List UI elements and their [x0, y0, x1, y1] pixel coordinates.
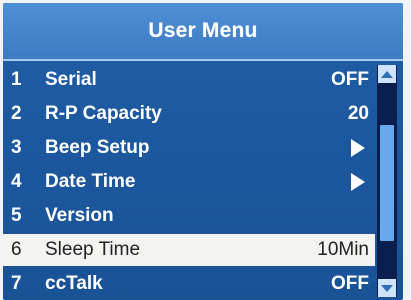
menu-item-value: OFF — [331, 273, 369, 294]
menu-item-number: 3 — [11, 137, 22, 158]
menu-item-number: 1 — [11, 69, 22, 90]
scroll-up-arrow-icon[interactable] — [378, 65, 396, 83]
scrollbar[interactable] — [377, 65, 397, 297]
menu-item-value: 20 — [347, 103, 369, 124]
menu-item-label: Serial — [45, 69, 97, 90]
menu-item-number: 6 — [11, 239, 22, 260]
menu-item-value: 10Min — [317, 239, 369, 260]
menu-item-number: 7 — [11, 273, 22, 294]
menu-item-date-time[interactable]: 4 Date Time — [3, 165, 375, 199]
triangle-up-icon — [381, 70, 393, 78]
menu-item-cctalk[interactable]: 7 ccTalk OFF — [3, 267, 375, 300]
menu-item-number: 2 — [11, 103, 22, 124]
menu-item-label: Version — [45, 205, 114, 226]
arrow-right-icon — [351, 173, 365, 191]
menu-title: User Menu — [148, 19, 258, 42]
menu-item-label: Beep Setup — [45, 137, 150, 158]
title-bar: User Menu — [3, 3, 403, 61]
menu-item-label: Sleep Time — [45, 239, 141, 260]
menu-item-beep-setup[interactable]: 3 Beep Setup — [3, 131, 375, 165]
scrollbar-thumb[interactable] — [380, 125, 394, 241]
lcd-screen: User Menu 1 Serial OFF 2 R-P Capacity 20… — [3, 3, 403, 300]
menu-item-sleep-time[interactable]: 6 Sleep Time 10Min — [3, 234, 375, 266]
triangle-down-icon — [381, 284, 393, 292]
menu-item-number: 4 — [11, 171, 22, 192]
menu-item-rp-capacity[interactable]: 2 R-P Capacity 20 — [3, 97, 375, 131]
menu-item-label: R-P Capacity — [45, 103, 162, 124]
menu-item-label: ccTalk — [45, 273, 103, 294]
device-bezel: User Menu 1 Serial OFF 2 R-P Capacity 20… — [0, 0, 411, 300]
menu-item-serial[interactable]: 1 Serial OFF — [3, 63, 375, 97]
arrow-right-icon — [351, 139, 365, 157]
menu-item-number: 5 — [11, 205, 22, 226]
menu-item-value: OFF — [331, 69, 369, 90]
scroll-down-arrow-icon[interactable] — [378, 279, 396, 297]
menu-item-version[interactable]: 5 Version — [3, 199, 375, 233]
menu-list: 1 Serial OFF 2 R-P Capacity 20 3 Beep Se… — [3, 61, 375, 300]
menu-item-label: Date Time — [45, 171, 136, 192]
